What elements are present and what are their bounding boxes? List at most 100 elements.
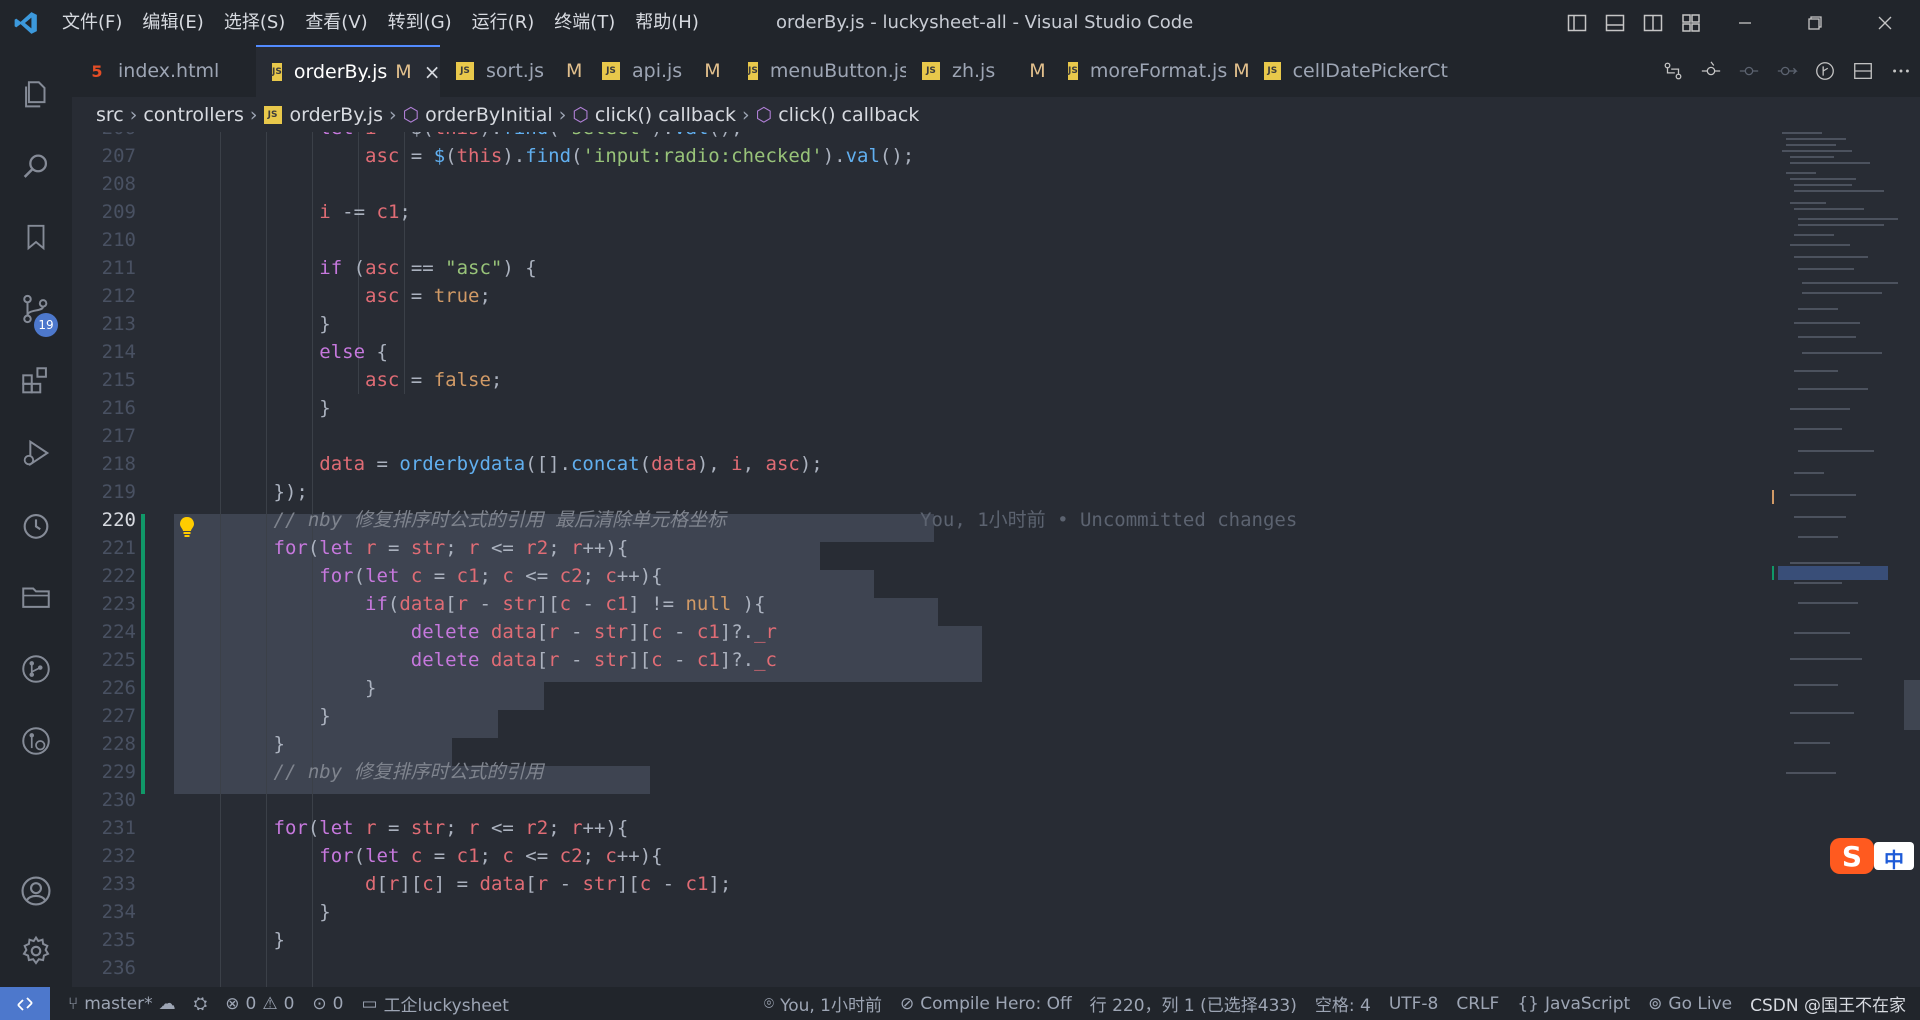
timeline-icon[interactable] — [0, 495, 72, 555]
tab-celldatepicker-js[interactable]: JS cellDatePickerCt — [1248, 45, 1448, 97]
menu-edit[interactable]: 编辑(E) — [132, 0, 213, 45]
error-count: 0 — [245, 993, 257, 1014]
git-commit-icon: ⌾ — [763, 993, 775, 1014]
tab-label: zh.js — [952, 60, 996, 82]
menu-go[interactable]: 转到(G) — [378, 0, 462, 45]
search-icon[interactable] — [0, 137, 72, 197]
breadcrumb-file[interactable]: JS orderBy.js — [263, 104, 383, 126]
symbol-method-icon: ⬡ — [755, 103, 773, 126]
source-control-icon[interactable]: 19 — [0, 279, 72, 339]
compile-hero-status[interactable]: ⊘ Compile Hero: Off — [900, 994, 1072, 1014]
bookmark-icon[interactable] — [0, 207, 72, 267]
window-title: orderBy.js - luckysheet-all - Visual Stu… — [776, 12, 1194, 33]
blame-status[interactable]: ⌾ You, 1小时前 — [763, 991, 882, 1017]
code-editor[interactable]: 206 let i = $(this).find('select').val()… — [72, 132, 1772, 987]
tab-orderby-js[interactable]: JS orderBy.js M × — [256, 45, 440, 97]
tab-moreformat-js[interactable]: JS moreFormat.js M — [1052, 45, 1250, 97]
code-line: else { — [319, 341, 388, 363]
previous-change-icon[interactable] — [1730, 45, 1768, 97]
sync-icon[interactable]: ☁ — [159, 994, 176, 1014]
restore-icon[interactable] — [1780, 0, 1850, 45]
line-number: 206 — [72, 132, 136, 142]
line-number: 219 — [101, 481, 136, 503]
line-number: 223 — [101, 593, 136, 615]
language-label: JavaScript — [1544, 993, 1631, 1014]
breadcrumb-src[interactable]: src — [96, 104, 124, 126]
branch-status[interactable]: ⑂ master* ☁ — [68, 994, 176, 1014]
go-live-status[interactable]: ⊚ Go Live — [1648, 994, 1732, 1014]
extensions-icon[interactable] — [0, 351, 72, 411]
line-number: 225 — [101, 649, 136, 671]
breadcrumb-symbol-label: click() callback — [594, 103, 737, 126]
ports-count: 0 — [332, 993, 344, 1014]
ports-status[interactable]: ⊙ 0 — [312, 994, 343, 1014]
git-graph-status[interactable]: ⛭ — [194, 994, 208, 1014]
toggle-panel-icon[interactable] — [1596, 0, 1634, 45]
encoding-status[interactable]: UTF-8 — [1389, 994, 1439, 1014]
broadcast-icon: ⊙ — [312, 993, 327, 1014]
line-number: 216 — [101, 397, 136, 419]
run-debug-icon[interactable] — [0, 423, 72, 483]
menu-help[interactable]: 帮助(H) — [625, 0, 709, 45]
compare-changes-icon[interactable] — [1654, 45, 1692, 97]
modified-indicator: M — [395, 61, 412, 83]
code-line: } — [182, 901, 331, 923]
git-graph-icon[interactable] — [0, 639, 72, 699]
scrollbar-thumb[interactable] — [1904, 680, 1920, 730]
open-changes-icon[interactable] — [1692, 45, 1730, 97]
workspace-status[interactable]: ▭ 工企luckysheet — [362, 991, 509, 1017]
code-line: d[r][c] = data[r - str][c - c1]; — [365, 873, 732, 895]
breadcrumb-controllers[interactable]: controllers — [143, 104, 244, 126]
menu-selection[interactable]: 选择(S) — [214, 0, 295, 45]
settings-icon[interactable] — [0, 921, 72, 981]
minimize-icon[interactable] — [1710, 0, 1780, 45]
breadcrumb-symbol-orderbyinitial[interactable]: ⬡ orderByInitial — [403, 104, 553, 126]
close-tab-icon[interactable]: × — [424, 60, 441, 84]
breadcrumb-symbol-click-callback[interactable]: ⬡ click() callback — [572, 104, 736, 126]
split-editor-icon[interactable] — [1844, 45, 1882, 97]
indentation-status[interactable]: 空格: 4 — [1315, 991, 1371, 1016]
more-actions-icon[interactable] — [1882, 45, 1920, 97]
git-lens-icon[interactable] — [0, 711, 72, 771]
tab-sort-js[interactable]: JS sort.js M — [440, 45, 586, 97]
code-line: // nby 修复排序时公式的引用 最后清除单元格坐标 — [273, 509, 727, 531]
menu-terminal[interactable]: 终端(T) — [544, 0, 625, 45]
language-status[interactable]: {} JavaScript — [1517, 994, 1630, 1014]
cursor-position-status[interactable]: 行 220，列 1 (已选择433) — [1090, 991, 1297, 1016]
explorer-icon[interactable] — [0, 65, 72, 125]
line-number: 220 — [101, 509, 136, 531]
toggle-primary-sidebar-icon[interactable] — [1558, 0, 1596, 45]
folder-icon[interactable] — [0, 567, 72, 627]
code-line: for(let c = c1; c <= c2; c++){ — [319, 565, 663, 587]
problems-status[interactable]: ⊗ 0 ⚠ 0 — [225, 994, 294, 1014]
ime-indicator[interactable]: S 中 — [1828, 834, 1916, 878]
menu-run[interactable]: 运行(R) — [462, 0, 545, 45]
code-line: }); — [182, 481, 308, 503]
status-bar: ⑂ master* ☁ ⛭ ⊗ 0 ⚠ 0 ⊙ 0 ▭ 工企luckysheet… — [0, 987, 1920, 1020]
next-change-icon[interactable] — [1768, 45, 1806, 97]
breadcrumb-symbol-click-callback-inner[interactable]: ⬡ click() callback — [756, 104, 920, 126]
close-window-icon[interactable] — [1850, 0, 1920, 45]
eol-status[interactable]: CRLF — [1456, 994, 1499, 1014]
tab-api-js[interactable]: JS api.js M — [586, 45, 732, 97]
js-file-icon: JS — [272, 63, 282, 81]
line-number: 212 — [101, 285, 136, 307]
tab-label: menuButton.js — [769, 60, 909, 82]
toggle-secondary-sidebar-icon[interactable] — [1634, 0, 1672, 45]
line-number: 209 — [101, 201, 136, 223]
git-history-icon[interactable] — [1806, 45, 1844, 97]
warning-icon: ⚠ — [262, 993, 278, 1014]
menu-file[interactable]: 文件(F) — [52, 0, 132, 45]
line-number: 222 — [101, 565, 136, 587]
customize-layout-icon[interactable] — [1672, 0, 1710, 45]
tab-menubutton-js[interactable]: JS menuButton.js — [732, 45, 909, 97]
code-line: for(let r = str; r <= r2; r++){ — [273, 817, 629, 839]
js-file-icon: JS — [1264, 62, 1281, 80]
git-branch-icon: ⑂ — [68, 993, 79, 1014]
workspace-label: 工企luckysheet — [383, 996, 509, 1016]
tab-index-html[interactable]: 5 index.html — [72, 45, 256, 97]
remote-indicator-icon[interactable] — [0, 987, 50, 1020]
tab-zh-js[interactable]: JS zh.js M — [906, 45, 1052, 97]
menu-view[interactable]: 查看(V) — [295, 0, 377, 45]
account-icon[interactable] — [0, 861, 72, 921]
